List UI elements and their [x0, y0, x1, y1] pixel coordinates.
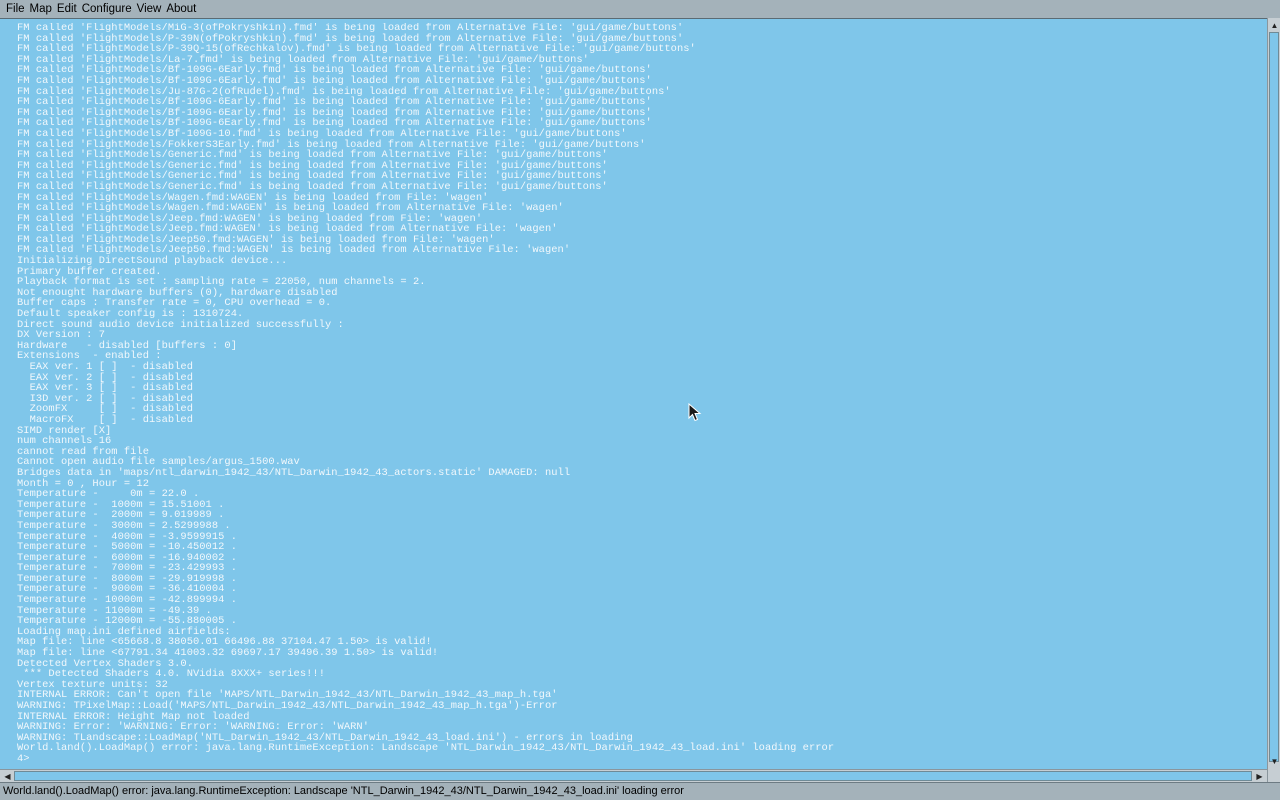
console-line: Hardware - disabled [buffers : 0] [17, 339, 237, 352]
horizontal-scrollbar[interactable]: ◀ ▶ [0, 769, 1267, 782]
console-line: Map file: line <67791.34 41003.32 69697.… [17, 647, 439, 660]
console-line: FM called 'FlightModels/Bf-109G-6Early.f… [17, 74, 652, 87]
console-line: Extensions - enabled : [17, 350, 162, 363]
scroll-right-arrow-icon[interactable]: ▶ [1254, 771, 1265, 782]
menu-edit[interactable]: Edit [55, 0, 80, 18]
console-line: SIMD render [X] [17, 424, 112, 437]
scroll-up-arrow-icon[interactable]: ▲ [1269, 20, 1280, 31]
console-line: FM called 'FlightModels/Bf-109G-10.fmd' … [17, 127, 627, 140]
menu-bar: File Map Edit Configure View About [0, 0, 1280, 18]
console-line: WARNING: TPixelMap::Load('MAPS/NTL_Darwi… [17, 700, 558, 712]
scroll-down-arrow-icon[interactable]: ▼ [1269, 756, 1280, 767]
console-line: FM called 'FlightModels/MiG-3(ofPokryshk… [17, 23, 684, 34]
console-line: FM called 'FlightModels/Generic.fmd' is … [17, 180, 608, 193]
console-line: *** Detected Shaders 4.0. NVidia 8XXX+ s… [17, 668, 325, 681]
console-line: World.land().LoadMap() error: java.lang.… [17, 742, 835, 755]
menu-map[interactable]: Map [28, 0, 55, 18]
scroll-left-arrow-icon[interactable]: ◀ [2, 771, 13, 782]
console-area[interactable]: FM called 'FlightModels/MiG-3(ofPokryshk… [0, 18, 1280, 782]
console-line: num channels 16 [17, 435, 112, 448]
console-line: Bridges data in 'maps/ntl_darwin_1942_43… [17, 466, 571, 479]
vertical-scroll-thumb[interactable] [1269, 32, 1279, 762]
console-line: Initializing DirectSound playback device… [17, 255, 288, 268]
menu-configure[interactable]: Configure [80, 0, 135, 18]
console-line: EAX ver. 2 [ ] - disabled [17, 371, 193, 384]
status-bar: World.land().LoadMap() error: java.lang.… [0, 782, 1280, 800]
console-line: EAX ver. 1 [ ] - disabled [17, 361, 193, 373]
menu-view[interactable]: View [135, 0, 165, 18]
console-line: I3D ver. 2 [ ] - disabled [17, 392, 193, 405]
vertical-scrollbar[interactable]: ▲ ▼ [1267, 18, 1280, 782]
console-log[interactable]: FM called 'FlightModels/MiG-3(ofPokryshk… [4, 23, 1263, 778]
console-line: MacroFX [ ] - disabled [17, 413, 193, 426]
mouse-pointer-icon [688, 403, 702, 422]
console-line: 4> [17, 752, 30, 765]
horizontal-scroll-thumb[interactable] [14, 771, 1252, 781]
console-line: Temperature - 3000m = 2.5299988 . [17, 519, 231, 532]
console-line: Month = 0 , Hour = 12 [17, 477, 149, 490]
menu-about[interactable]: About [164, 0, 199, 18]
console-line: Direct sound audio device initialized su… [17, 318, 344, 331]
console-line: ZoomFX [ ] - disabled [17, 403, 193, 416]
menu-file[interactable]: File [4, 0, 28, 18]
console-line: EAX ver. 3 [ ] - disabled [17, 382, 193, 395]
